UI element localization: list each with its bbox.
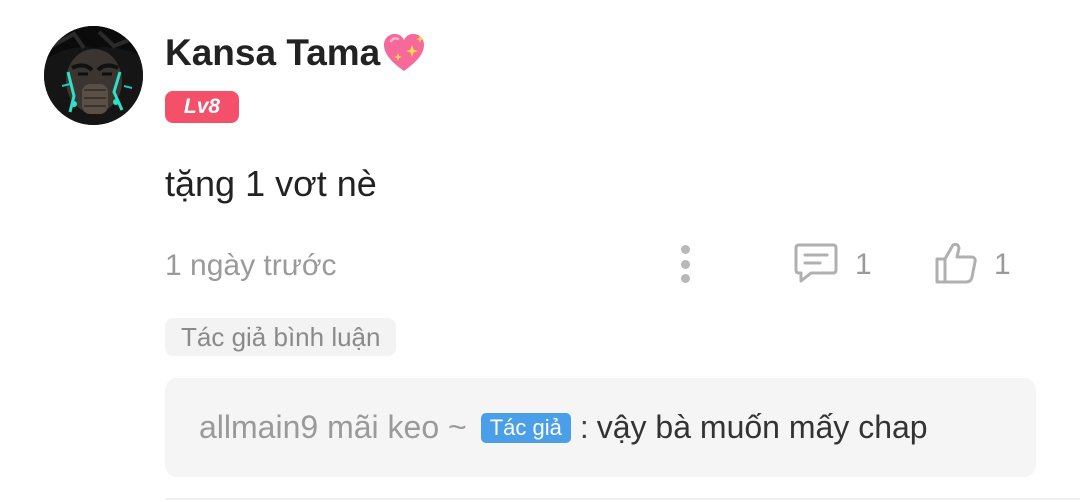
username[interactable]: Kansa Tama — [165, 31, 428, 75]
divider — [165, 498, 1080, 500]
more-vertical-icon-dot — [680, 274, 690, 283]
more-vertical-icon — [680, 245, 690, 254]
more-vertical-icon-dot — [680, 259, 690, 269]
like-count: 1 — [994, 248, 1011, 281]
comment-timestamp: 1 ngày trước — [165, 249, 337, 282]
author-comment-tag: Tác giả bình luận — [165, 318, 397, 356]
comment-text: tặng 1 vơt nè — [165, 163, 377, 204]
avatar[interactable] — [44, 26, 143, 125]
sparkling-heart-icon — [380, 31, 428, 75]
comment-icon — [793, 242, 839, 289]
thumbs-up-icon — [934, 241, 978, 290]
author-badge: Tác giả — [480, 412, 571, 443]
reply-button[interactable]: 1 — [793, 242, 872, 288]
level-badge: Lv8 — [165, 91, 239, 123]
reply-text: vậy bà muốn mấy chap — [596, 409, 928, 445]
reply-author[interactable]: allmain9 mãi keo ~ — [199, 409, 467, 446]
more-options-button[interactable] — [668, 242, 702, 286]
username-text: Kansa Tama — [165, 32, 381, 73]
like-button[interactable]: 1 — [934, 242, 1011, 288]
reply-count: 1 — [855, 248, 872, 281]
reply-preview[interactable]: allmain9 mãi keo ~ Tác giả : vậy bà muốn… — [165, 378, 1036, 477]
reply-separator: : — [579, 409, 589, 445]
